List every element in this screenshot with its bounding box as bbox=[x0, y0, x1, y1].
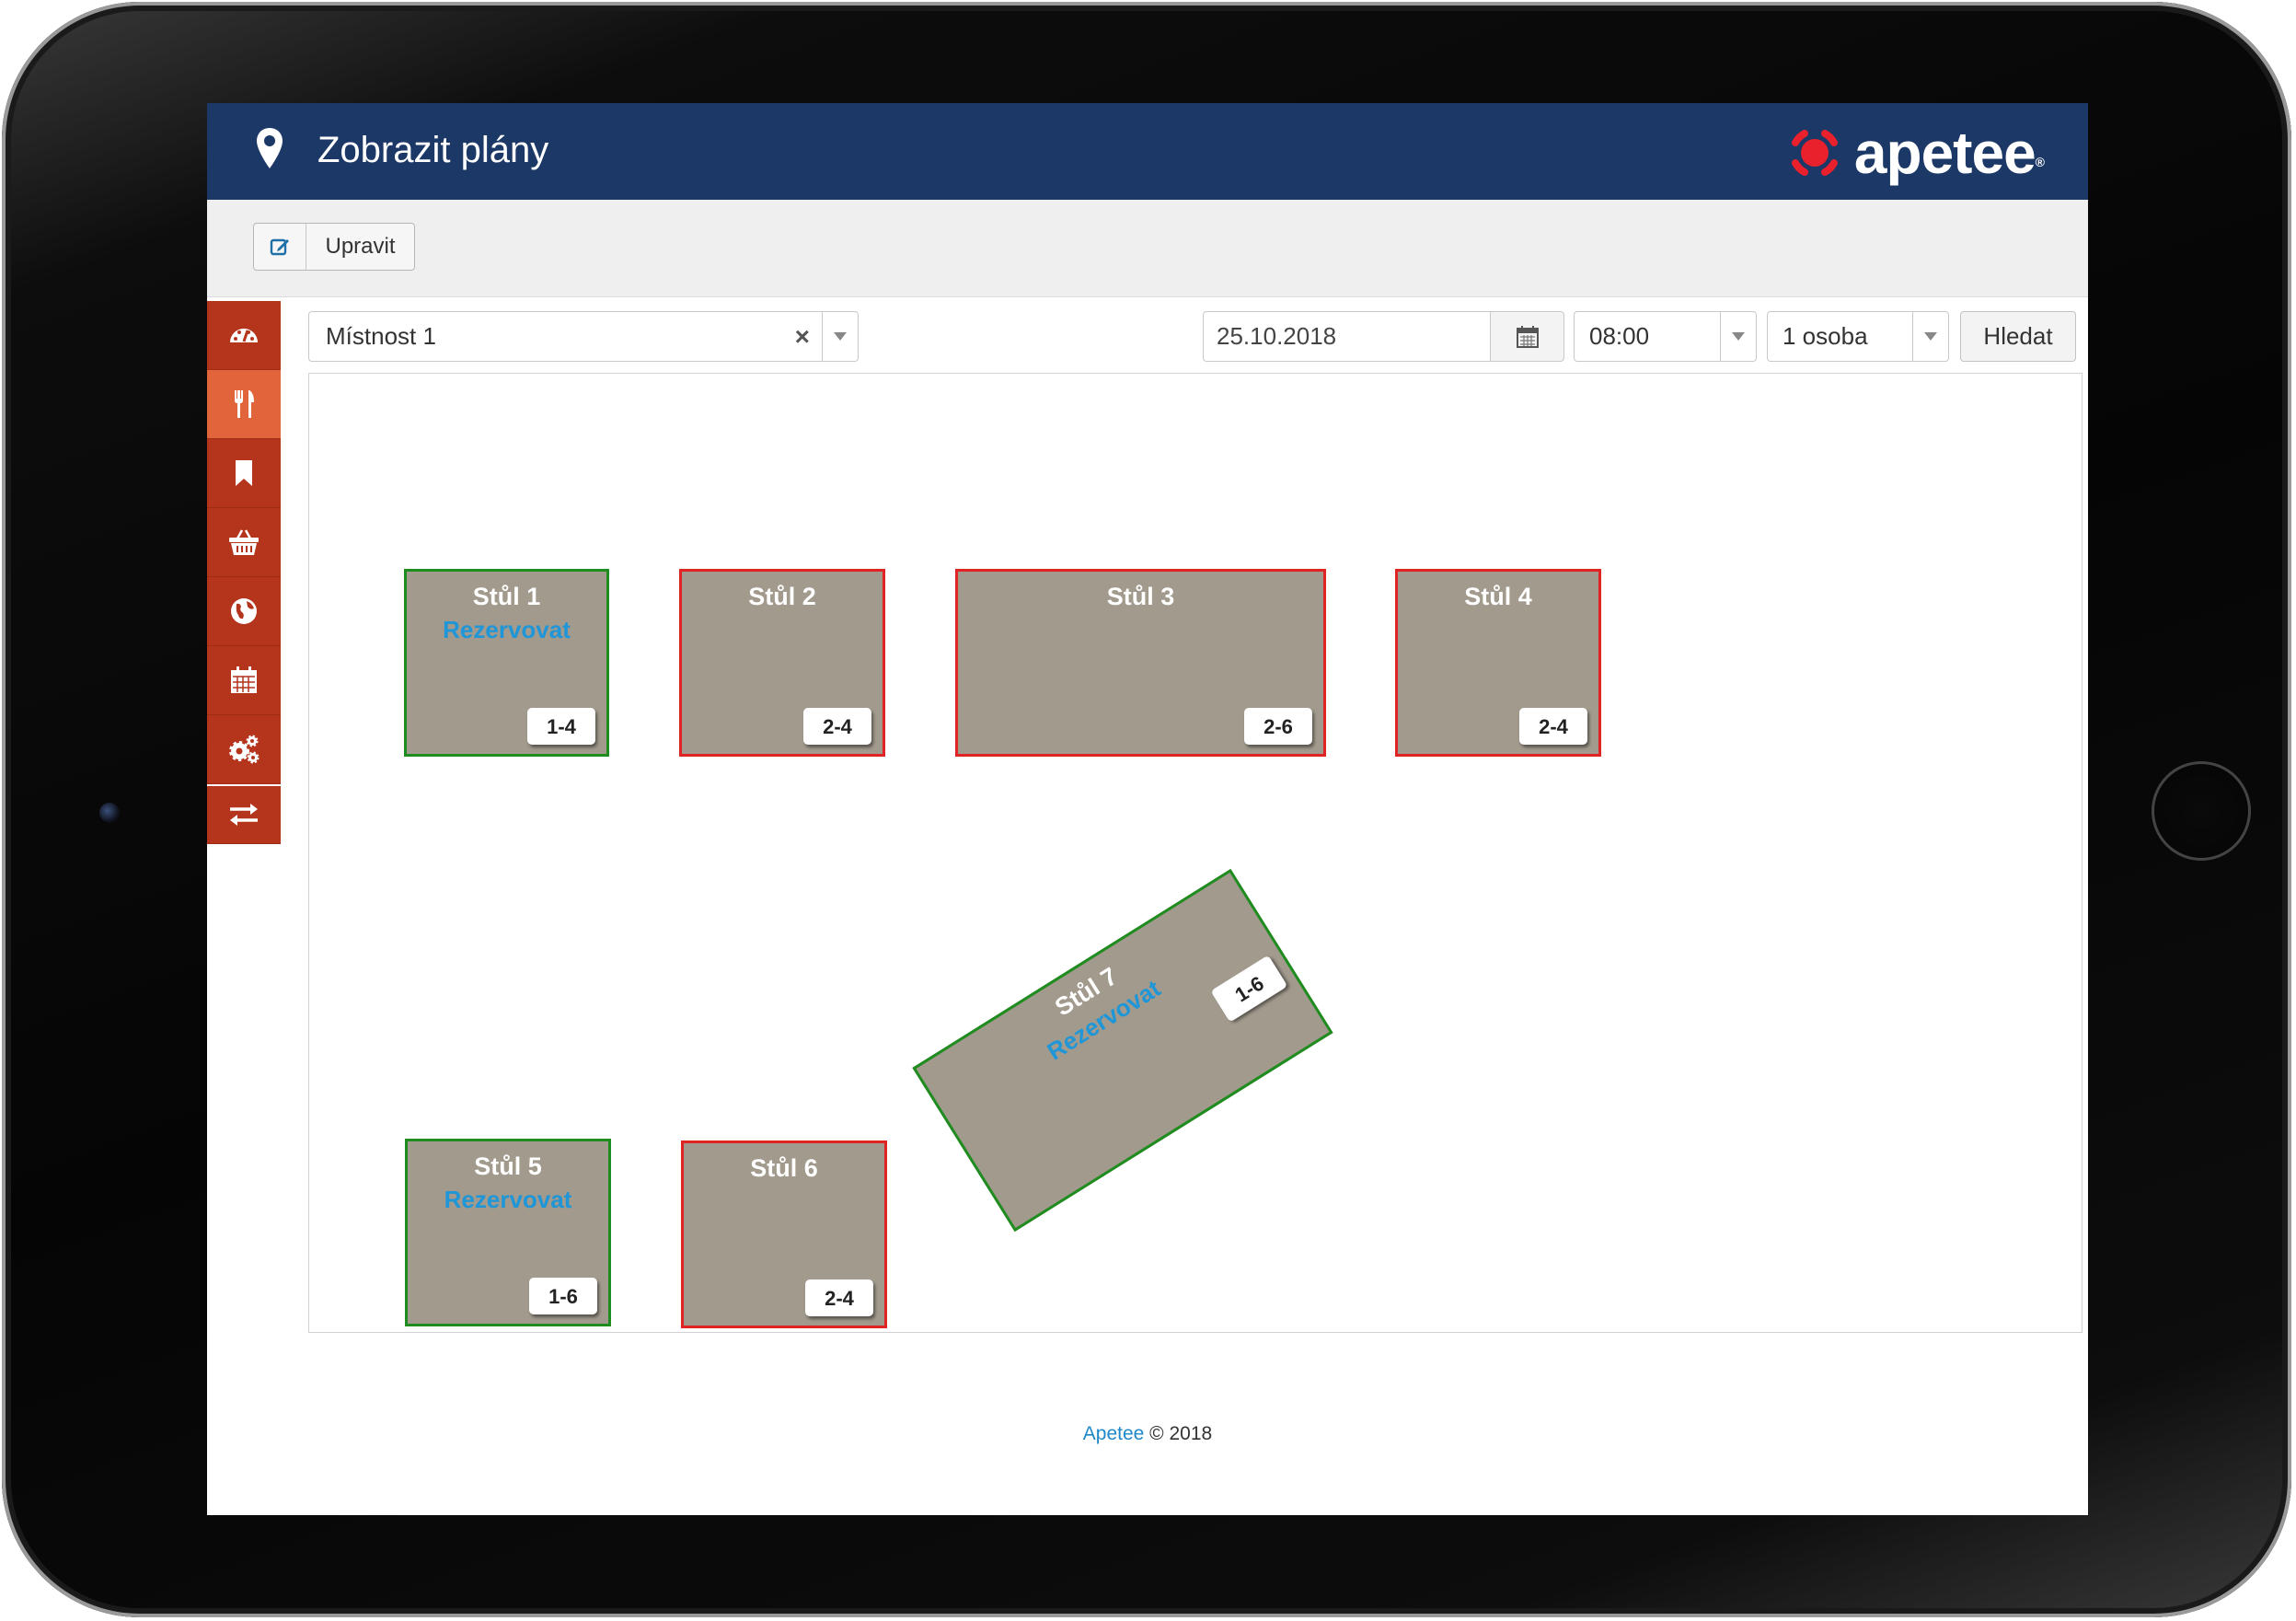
capacity-badge: 2-4 bbox=[803, 708, 871, 745]
home-button[interactable] bbox=[2152, 761, 2251, 861]
table-name: Stůl 3 bbox=[1106, 583, 1175, 610]
sidebar-item-calendar[interactable] bbox=[207, 646, 281, 715]
sidebar-item-restaurant[interactable] bbox=[207, 370, 281, 439]
capacity-badge: 2-6 bbox=[1244, 708, 1312, 745]
table-name: Stůl 1 bbox=[472, 583, 541, 610]
swap-arrows-icon bbox=[230, 804, 258, 826]
table-3[interactable]: Stůl 3 2-6 bbox=[955, 569, 1326, 757]
dashboard-icon bbox=[230, 329, 258, 342]
table-6[interactable]: Stůl 6 2-4 bbox=[681, 1140, 887, 1328]
front-camera bbox=[99, 803, 120, 823]
calendar-picker-button[interactable] bbox=[1490, 311, 1564, 362]
table-5[interactable]: Stůl 5 Rezervovat 1-6 bbox=[405, 1139, 611, 1326]
cutlery-icon bbox=[235, 390, 254, 418]
room-dropdown-toggle[interactable] bbox=[822, 312, 858, 361]
capacity-badge: 1-6 bbox=[1210, 955, 1288, 1023]
sidebar-item-bookmarks[interactable] bbox=[207, 439, 281, 508]
sidebar-toggle[interactable] bbox=[207, 786, 281, 844]
page-title: Zobrazit plány bbox=[317, 130, 549, 170]
chevron-down-icon bbox=[834, 332, 847, 341]
date-input[interactable]: 25.10.2018 bbox=[1203, 311, 1490, 362]
settings-icon bbox=[229, 735, 260, 764]
sidebar bbox=[207, 301, 281, 844]
table-name: Stůl 7 bbox=[1050, 962, 1123, 1022]
logo-mark-icon bbox=[1791, 130, 1838, 176]
persons-select[interactable]: 1 osoba bbox=[1767, 311, 1949, 362]
time-dropdown-toggle[interactable] bbox=[1720, 312, 1756, 361]
clear-room-icon[interactable]: × bbox=[795, 312, 810, 361]
search-button[interactable]: Hledat bbox=[1960, 311, 2076, 362]
reserve-link[interactable]: Rezervovat bbox=[940, 910, 1268, 1129]
app-screen: Zobrazit plány apetee® Upravit Místnost … bbox=[207, 103, 2088, 1515]
reserve-link[interactable]: Rezervovat bbox=[408, 1186, 608, 1213]
capacity-badge: 2-4 bbox=[805, 1279, 873, 1316]
sidebar-item-settings[interactable] bbox=[207, 715, 281, 784]
edit-button-label: Upravit bbox=[325, 234, 396, 259]
table-name: Stůl 2 bbox=[748, 583, 816, 610]
calendar-icon bbox=[1516, 325, 1539, 348]
capacity-badge: 1-6 bbox=[529, 1278, 597, 1314]
chevron-down-icon bbox=[1924, 332, 1937, 341]
time-select[interactable]: 08:00 bbox=[1574, 311, 1757, 362]
map-pin-icon bbox=[257, 128, 283, 168]
top-bar: Zobrazit plány apetee® bbox=[207, 103, 2088, 200]
globe-icon bbox=[231, 598, 257, 624]
floor-plan: Stůl 1 Rezervovat 1-4 Stůl 2 2-4 Stůl 3 … bbox=[308, 373, 2083, 1333]
sidebar-item-dashboard[interactable] bbox=[207, 301, 281, 370]
table-name: Stůl 6 bbox=[750, 1154, 818, 1182]
table-name: Stůl 4 bbox=[1464, 583, 1532, 610]
time-select-value: 08:00 bbox=[1589, 322, 1650, 350]
room-select-value: Místnost 1 bbox=[326, 322, 436, 350]
table-1[interactable]: Stůl 1 Rezervovat 1-4 bbox=[404, 569, 609, 757]
chevron-down-icon bbox=[1732, 332, 1745, 341]
edit-button[interactable]: Upravit bbox=[253, 223, 415, 271]
persons-select-value: 1 osoba bbox=[1783, 322, 1868, 350]
basket-icon bbox=[229, 529, 259, 555]
capacity-badge: 1-4 bbox=[527, 708, 595, 745]
persons-dropdown-toggle[interactable] bbox=[1912, 312, 1948, 361]
capacity-badge: 2-4 bbox=[1519, 708, 1587, 745]
table-7[interactable]: Stůl 7 Rezervovat 1-6 bbox=[912, 868, 1333, 1233]
calendar-icon bbox=[231, 666, 257, 693]
footer-copyright: © 2018 bbox=[1144, 1423, 1213, 1444]
table-name: Stůl 5 bbox=[474, 1152, 542, 1180]
edit-icon bbox=[254, 224, 306, 270]
footer-brand-link[interactable]: Apetee bbox=[1083, 1423, 1145, 1444]
toolbar: Upravit bbox=[207, 200, 2088, 297]
date-input-value: 25.10.2018 bbox=[1217, 322, 1337, 350]
footer: Apetee © 2018 bbox=[207, 1423, 2088, 1445]
sidebar-item-orders[interactable] bbox=[207, 508, 281, 577]
logo-text: apetee® bbox=[1853, 120, 2045, 186]
room-select[interactable]: Místnost 1 × bbox=[308, 311, 859, 362]
table-2[interactable]: Stůl 2 2-4 bbox=[679, 569, 885, 757]
bookmark-icon bbox=[236, 460, 252, 486]
reserve-link[interactable]: Rezervovat bbox=[407, 616, 606, 643]
apetee-logo: apetee® bbox=[1784, 118, 2045, 188]
table-4[interactable]: Stůl 4 2-4 bbox=[1395, 569, 1601, 757]
sidebar-item-web[interactable] bbox=[207, 577, 281, 646]
